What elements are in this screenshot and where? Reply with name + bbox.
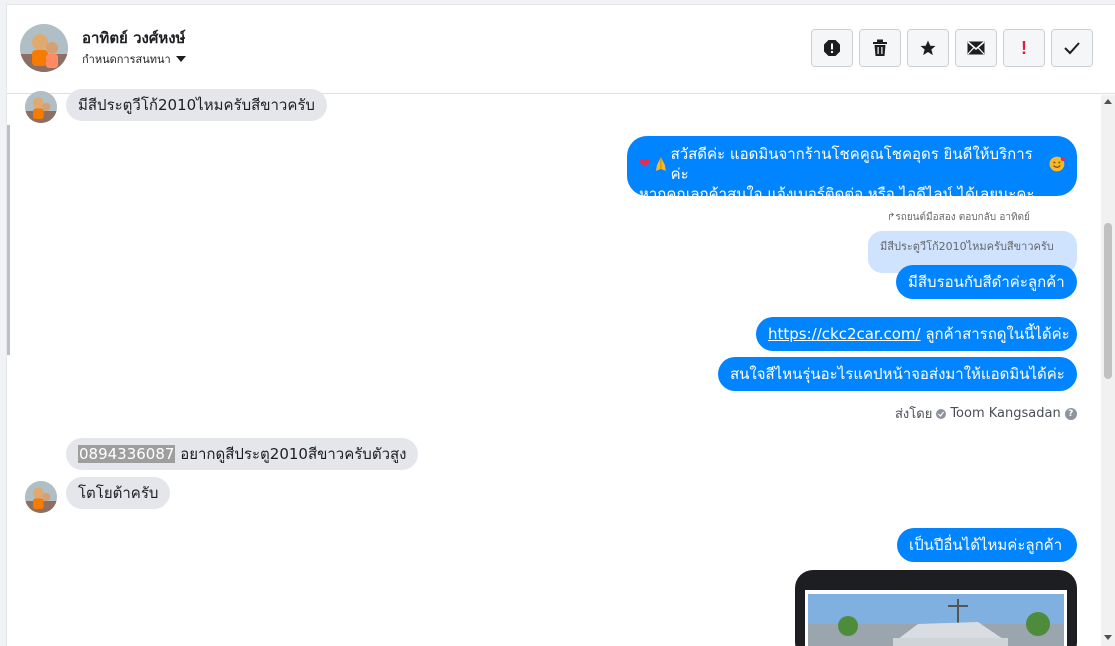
incoming-message[interactable]: มีสีประตูวีโก้2010ไหมครับสีขาวครับ — [66, 89, 327, 121]
important-icon: ! — [1021, 37, 1027, 58]
star-button[interactable] — [907, 29, 949, 67]
mark-spam-button[interactable] — [811, 29, 853, 67]
heart-icon: ❤ — [639, 156, 651, 172]
mail-icon — [967, 41, 985, 55]
image-attachment[interactable] — [795, 570, 1077, 646]
message-text: สนใจสีไหนรุ่นอะไรแคปหน้าจอส่งมาให้แอดมิน… — [730, 365, 1065, 383]
scroll-up-arrow-icon[interactable] — [1104, 99, 1112, 104]
spam-icon — [824, 40, 840, 56]
message-text-line-2: หากคุณลูกค้าสนใจ แจ้งเบอร์ติดต่อ หรือ ไอ… — [639, 185, 1035, 203]
message-text-line-1: สวัสดีค่ะ แอดมินจากร้านโชคคูณโชคอุดร ยิน… — [670, 145, 1033, 183]
outgoing-message[interactable]: เป็นปีอื่นได้ไหมค่ะลูกค้า — [897, 528, 1077, 562]
outgoing-message[interactable]: ❤ สวัสดีค่ะ แอดมินจากร้านโชคคูณโชคอุดร ย… — [627, 136, 1077, 203]
quoted-text: มีสีประตูวีโก้2010ไหมครับสีขาวครับ — [880, 240, 1054, 253]
sent-by-info: ส่งโดย Toom Kangsadan ? — [895, 403, 1077, 424]
assign-conversation-label: กำหนดการสนทนา — [82, 53, 171, 66]
contact-avatar[interactable] — [20, 24, 68, 72]
left-scroll-edge — [7, 125, 10, 355]
checkmark-icon — [1064, 42, 1080, 55]
trash-icon — [873, 39, 887, 56]
message-text: อยากดูสีประตู2010สีขาวครับตัวสูง — [175, 445, 407, 463]
incoming-message[interactable]: โตโยต้าครับ — [66, 477, 171, 509]
mark-important-button[interactable]: ! — [1003, 29, 1045, 67]
message-text: มีสีบรอนกับสีดำค่ะลูกค้า — [908, 273, 1065, 291]
delete-button[interactable] — [859, 29, 901, 67]
sender-avatar — [25, 91, 57, 123]
incoming-message[interactable]: 0894336087 อยากดูสีประตู2010สีขาวครับตัว… — [66, 438, 419, 470]
outgoing-message[interactable]: มีสีบรอนกับสีดำค่ะลูกค้า — [896, 265, 1077, 299]
smiling-face-with-hearts-icon — [1049, 156, 1065, 172]
image-frame — [805, 590, 1067, 646]
mark-unread-button[interactable] — [955, 29, 997, 67]
message-text: เป็นปีอื่นได้ไหมค่ะลูกค้า — [909, 536, 1063, 554]
assign-conversation-dropdown[interactable]: กำหนดการสนทนา — [82, 50, 186, 68]
sender-avatar — [25, 481, 57, 513]
thread-scrollbar[interactable] — [1101, 95, 1115, 646]
agent-name[interactable]: Toom Kangsadan — [950, 406, 1060, 421]
message-thread[interactable]: มีสีประตูวีโก้2010ไหมครับสีขาวครับ ❤ สวั… — [7, 89, 1107, 646]
verified-check-icon — [936, 408, 947, 419]
scrollbar-thumb[interactable] — [1104, 223, 1112, 379]
car-photo — [808, 594, 1064, 646]
star-icon — [920, 40, 936, 56]
scroll-down-arrow-icon[interactable] — [1104, 635, 1112, 640]
conversation-window: อาทิตย์ วงศ์หงษ์ กำหนดการสนทนา ! มีสีประ… — [6, 4, 1115, 646]
outgoing-message[interactable]: สนใจสีไหนรุ่นอะไรแคปหน้าจอส่งมาให้แอดมิน… — [718, 357, 1077, 391]
caret-down-icon — [175, 56, 186, 62]
message-text: โตโยต้าครับ — [78, 484, 159, 502]
conversation-header: อาทิตย์ วงศ์หงษ์ กำหนดการสนทนา ! — [7, 5, 1115, 94]
contact-name[interactable]: อาทิตย์ วงศ์หงษ์ — [82, 26, 185, 50]
praying-hands-icon — [655, 157, 666, 171]
mark-done-button[interactable] — [1051, 29, 1093, 67]
message-text: มีสีประตูวีโก้2010ไหมครับสีขาวครับ — [78, 96, 315, 114]
sent-by-label: ส่งโดย — [895, 407, 933, 422]
outgoing-message[interactable]: https://ckc2car.com/ ลูกค้าสารถดูในนี้ได… — [756, 317, 1077, 351]
website-link[interactable]: https://ckc2car.com/ — [768, 325, 921, 343]
phone-number[interactable]: 0894336087 — [78, 445, 176, 463]
reply-meta: ↱รถยนต์มือสอง ตอบกลับ อาทิตย์ — [887, 212, 1030, 223]
help-question-icon[interactable]: ? — [1064, 407, 1077, 420]
message-text: ลูกค้าสารถดูในนี้ได้ค่ะ — [920, 325, 1070, 343]
